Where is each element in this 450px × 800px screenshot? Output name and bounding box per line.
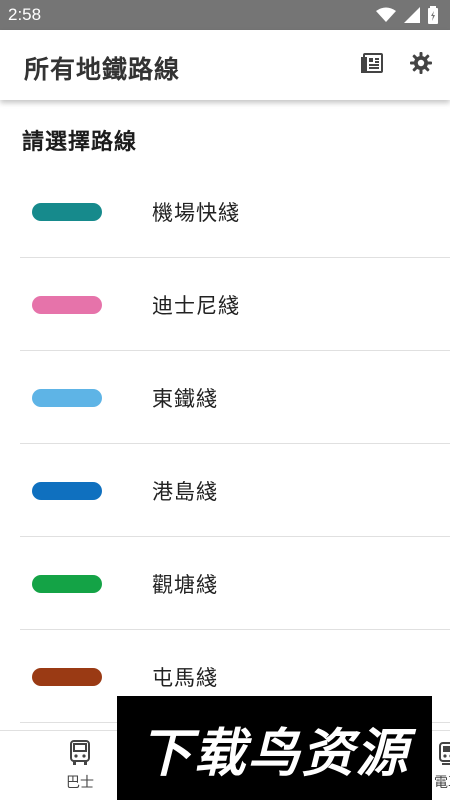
line-color-swatch [32, 482, 102, 500]
battery-icon [428, 6, 438, 24]
news-button[interactable] [360, 52, 386, 78]
line-color-swatch [32, 203, 102, 221]
line-name: 港島綫 [152, 480, 218, 504]
tram-icon [436, 740, 450, 770]
watermark-text: 下载鸟资源 [139, 723, 410, 784]
mtr-line-list: 機場快綫 迪士尼綫 東鐵綫 港島綫 觀塘綫 屯馬綫 [20, 165, 450, 723]
line-name: 機場快綫 [152, 201, 240, 225]
line-name: 東鐵綫 [152, 387, 218, 411]
status-bar: 2:58 [0, 0, 450, 30]
line-color-swatch [32, 389, 102, 407]
line-name: 觀塘綫 [152, 573, 218, 597]
line-item-kwun-tong[interactable]: 觀塘綫 [20, 537, 450, 630]
line-item-east-rail[interactable]: 東鐵綫 [20, 351, 450, 444]
status-time: 2:58 [8, 5, 42, 24]
app-bar: 所有地鐵路線 [0, 30, 450, 100]
line-name: 屯馬綫 [152, 666, 218, 690]
line-item-disneyland-resort[interactable]: 迪士尼綫 [20, 258, 450, 351]
line-color-swatch [32, 296, 102, 314]
settings-button[interactable] [408, 52, 434, 78]
bus-icon [68, 740, 92, 770]
page-title: 所有地鐵路線 [24, 55, 181, 84]
line-color-swatch [32, 575, 102, 593]
nav-label-tram: 電車 [434, 775, 450, 791]
line-item-island[interactable]: 港島綫 [20, 444, 450, 537]
settings-gear-icon [409, 51, 433, 79]
signal-icon [404, 7, 420, 23]
nav-label-bus: 巴士 [66, 775, 94, 791]
line-item-airport-express[interactable]: 機場快綫 [20, 165, 450, 258]
news-icon [361, 51, 385, 79]
nav-item-bus[interactable]: 巴士 [50, 731, 110, 800]
status-icons [376, 6, 438, 24]
main-content: 請選擇路線 機場快綫 迪士尼綫 東鐵綫 港島綫 觀塘綫 屯馬綫 [0, 100, 450, 730]
section-title: 請選擇路線 [22, 130, 138, 155]
wifi-icon [376, 7, 396, 23]
line-color-swatch [32, 668, 102, 686]
app-bar-actions [360, 52, 434, 78]
watermark-banner: 下载鸟资源 [117, 696, 432, 800]
line-name: 迪士尼綫 [152, 294, 240, 318]
